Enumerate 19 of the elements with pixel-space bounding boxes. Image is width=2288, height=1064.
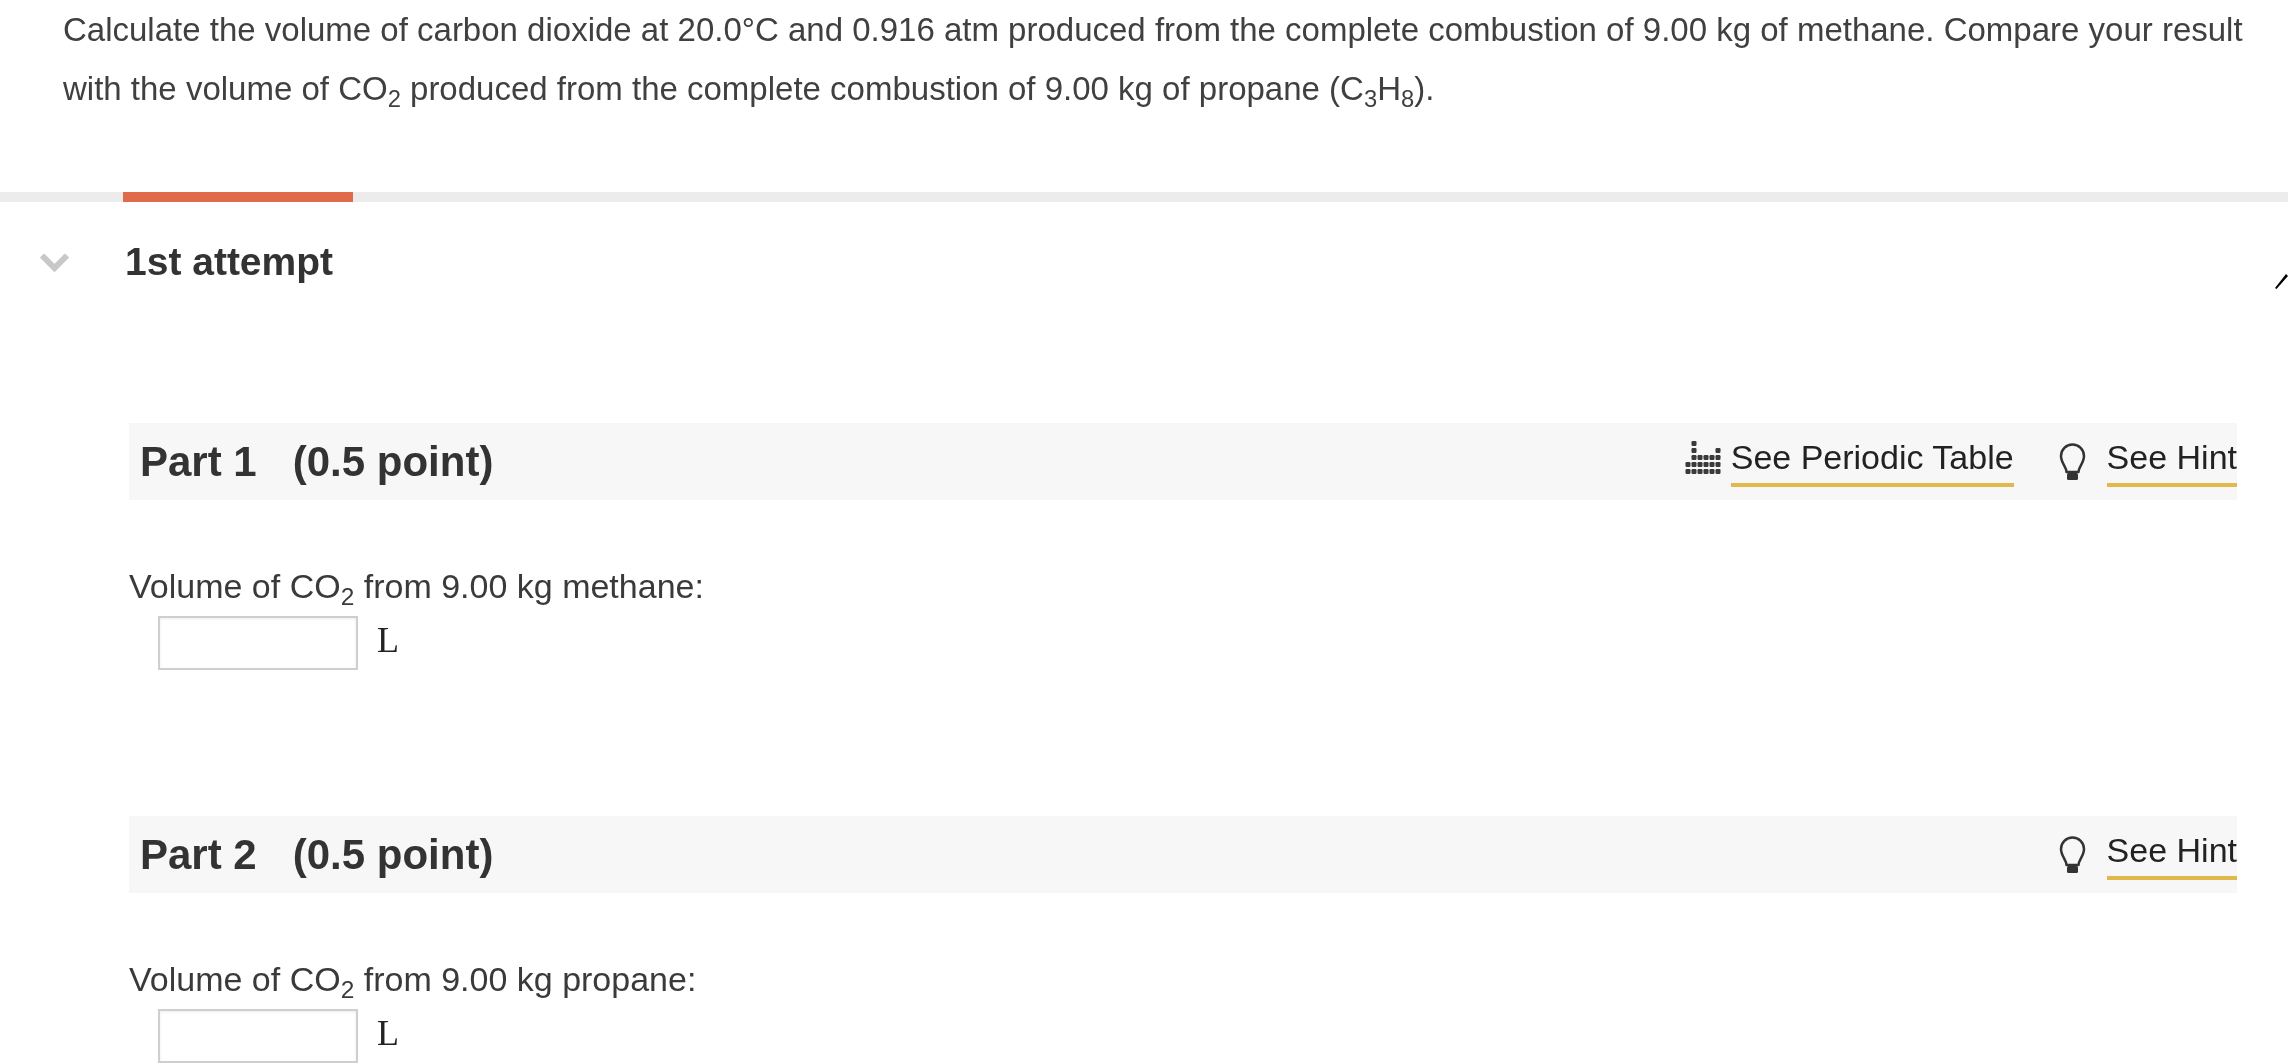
periodic-table-link[interactable]: See Periodic Table: [1730, 436, 2014, 487]
unit-label: L: [377, 620, 399, 660]
lightbulb-icon[interactable]: [2057, 835, 2087, 874]
lightbulb-icon[interactable]: [2057, 442, 2087, 481]
part-title: Part 1: [140, 436, 257, 487]
hint-link[interactable]: See Hint: [2106, 829, 2237, 880]
diagonal-stroke-icon: [2275, 273, 2288, 289]
part-points: (0.5 point): [292, 436, 494, 487]
question-text: Calculate the volume of carbon dioxide at 20.0°C and 0.916 atm produced from the complete combustion of 9.00 kg of methane. Compare your result with the volume of CO$_{2}$ produced from the complete combustion of 9.00 kg of propane (C$_{3}$H$_{8}$).: [62, 10, 2244, 115]
hint-link[interactable]: See Hint: [2106, 436, 2237, 487]
attempt-title: 1st attempt: [125, 239, 334, 285]
part-title: Part 2: [140, 829, 257, 880]
question-prompt: Volume of CO$_{2}$ from 9.00 kg methane:: [129, 566, 705, 606]
question-prompt: Volume of CO$_{2}$ from 9.00 kg propane:: [129, 959, 698, 999]
answer-field[interactable]: [158, 616, 358, 670]
part-points: (0.5 point): [292, 829, 494, 880]
unit-label: L: [377, 1013, 399, 1053]
periodic-table-icon[interactable]: [1684, 440, 1721, 475]
answer-field[interactable]: [158, 1009, 358, 1063]
